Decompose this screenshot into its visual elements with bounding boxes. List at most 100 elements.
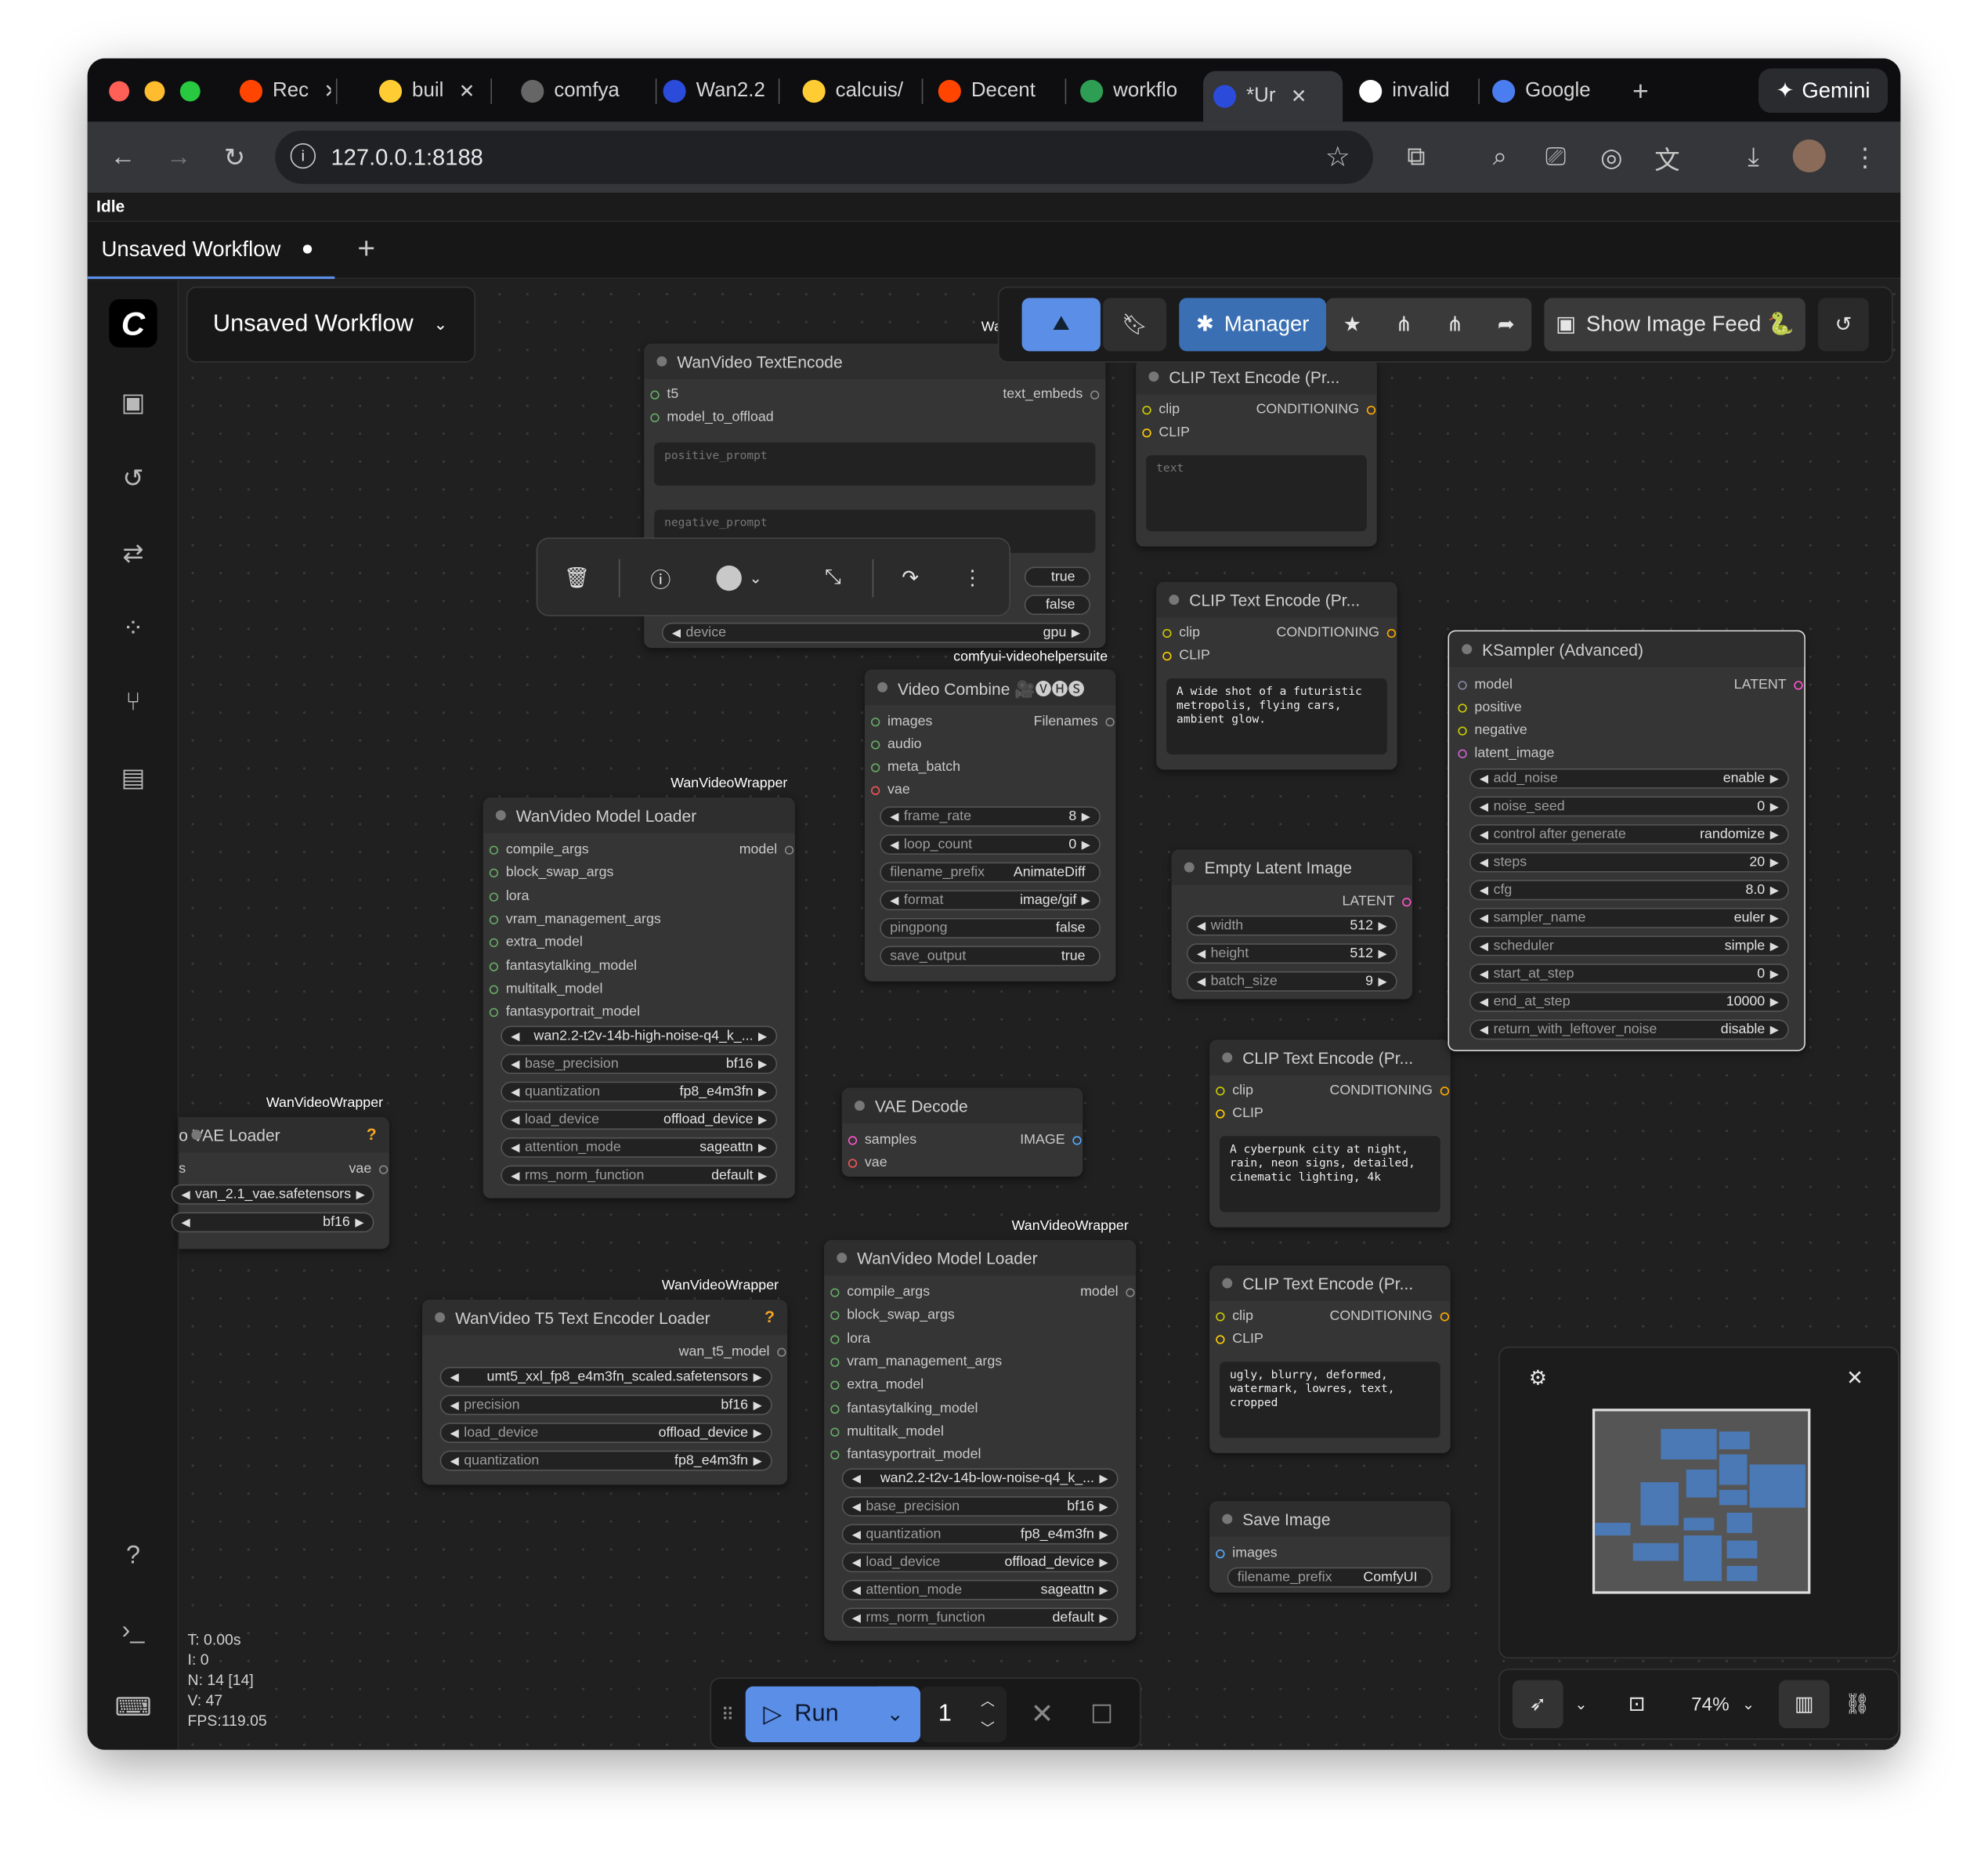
slot-dot[interactable] bbox=[489, 915, 499, 924]
address-bar[interactable]: i 127.0.0.1:8188 ☆ bbox=[275, 130, 1373, 184]
arrow-left-icon[interactable]: ◀ bbox=[852, 1528, 861, 1542]
clip-text-textarea[interactable]: ugly, blurry, deformed, watermark, lowre… bbox=[1220, 1362, 1440, 1438]
slot-dot[interactable] bbox=[489, 961, 499, 971]
arrow-right-icon[interactable]: ▶ bbox=[1770, 939, 1779, 953]
vae-precision-widget[interactable]: ◀ bf16 ▶ bbox=[171, 1212, 374, 1233]
menu-dots-icon[interactable]: ⋮ bbox=[1850, 142, 1881, 172]
arrow-right-icon[interactable]: ▶ bbox=[758, 1112, 767, 1126]
close-tab-icon[interactable]: ✕ bbox=[324, 80, 331, 103]
slot-dot[interactable] bbox=[1458, 749, 1467, 758]
new-tab-button[interactable]: + bbox=[1625, 74, 1656, 106]
node-wanvideo-t5-loader-header[interactable]: WanVideo T5 Text Encoder Loader bbox=[421, 1300, 788, 1336]
arrow-right-icon[interactable]: ▶ bbox=[1770, 772, 1779, 786]
node-empty-latent-image[interactable]: Empty Latent Image LATENT ◀ width 512 ▶ ◀ heigh… bbox=[1171, 849, 1413, 1000]
ksampler-widget[interactable]: ◀ cfg 8.0 ▶ bbox=[1469, 880, 1789, 901]
slot-dot[interactable] bbox=[650, 413, 660, 422]
node-video-combine-header[interactable]: Video Combine 🎥🅥🅗🅢 bbox=[864, 669, 1116, 705]
close-tab-icon[interactable]: ✕ bbox=[1291, 85, 1307, 108]
comfy-logo-icon[interactable]: C bbox=[109, 298, 157, 348]
arrow-left-icon[interactable]: ◀ bbox=[1480, 1022, 1488, 1036]
mode-chevron-icon[interactable]: ⌄ bbox=[1566, 1680, 1596, 1729]
arrow-right-icon[interactable]: ▶ bbox=[1770, 855, 1779, 870]
arrow-right-icon[interactable]: ▶ bbox=[754, 1398, 762, 1412]
arrow-right-icon[interactable]: ▶ bbox=[758, 1057, 767, 1071]
run-mode-chevron-icon[interactable]: ⌄ bbox=[870, 1686, 920, 1742]
close-minimap-icon[interactable]: ✕ bbox=[1840, 1363, 1871, 1394]
slot-dot[interactable] bbox=[1794, 681, 1803, 690]
workflow-tab[interactable]: Unsaved Workflow bbox=[87, 222, 335, 280]
arrow-right-icon[interactable]: ▶ bbox=[754, 1454, 762, 1468]
slot-dot[interactable] bbox=[1162, 651, 1172, 661]
arrow-right-icon[interactable]: ▶ bbox=[1099, 1471, 1108, 1485]
arrow-left-icon[interactable]: ◀ bbox=[450, 1426, 459, 1440]
tab-search-icon[interactable]: ⌕ bbox=[1484, 142, 1515, 172]
add-workflow-tab-button[interactable]: + bbox=[351, 232, 381, 266]
slot-dot[interactable] bbox=[1126, 1288, 1135, 1297]
slot-dot[interactable] bbox=[489, 985, 499, 994]
arrow-left-icon[interactable]: ◀ bbox=[511, 1112, 519, 1126]
slot-dot[interactable] bbox=[1162, 628, 1172, 638]
ksampler-widget[interactable]: ◀ scheduler simple ▶ bbox=[1469, 935, 1789, 957]
show-image-feed-button[interactable]: ▣ Show Image Feed 🐍 bbox=[1544, 298, 1805, 352]
arrow-left-icon[interactable]: ◀ bbox=[1197, 919, 1205, 933]
screenshot-icon[interactable]: ◎ bbox=[1596, 142, 1627, 172]
slot-dot[interactable] bbox=[870, 763, 880, 772]
node-wanvideo-model-loader[interactable]: WanVideo Model Loader compile_args block_s… bbox=[483, 797, 795, 1199]
filename-prefix-widget[interactable]: filename_prefix ComfyUI bbox=[1227, 1567, 1433, 1588]
video-combine-widget[interactable]: ◀ frame_rate 8 ▶ bbox=[880, 806, 1101, 827]
minimap-toggle-icon[interactable]: ▥ bbox=[1778, 1680, 1830, 1729]
gemini-button[interactable]: ✦ Gemini bbox=[1758, 68, 1889, 114]
slot-dot[interactable] bbox=[1142, 405, 1151, 415]
slot-dot[interactable] bbox=[1105, 718, 1115, 727]
slot-dot[interactable] bbox=[830, 1288, 840, 1297]
slot-dot[interactable] bbox=[1216, 1335, 1225, 1344]
slot-dot[interactable] bbox=[1216, 1109, 1225, 1119]
slot-dot[interactable] bbox=[1142, 429, 1151, 438]
toggle-true-widget[interactable]: true bbox=[1024, 566, 1090, 588]
drag-handle-icon[interactable]: ⠿ bbox=[717, 1697, 739, 1732]
nodes-icon[interactable]: ⇄ bbox=[118, 537, 149, 568]
cast-icon[interactable]: ⎚ bbox=[1541, 142, 1571, 172]
clip-text-textarea[interactable]: A wide shot of a futuristic metropolis, … bbox=[1166, 678, 1387, 755]
node-wanvideo-model-loader[interactable]: WanVideo Model Loader compile_args block_s… bbox=[824, 1239, 1137, 1641]
bypass-icon[interactable]: ↷ bbox=[889, 557, 932, 600]
arrow-right-icon[interactable]: ▶ bbox=[758, 1169, 767, 1183]
arrow-right-icon[interactable]: ▶ bbox=[1099, 1583, 1108, 1597]
model-loader-widget[interactable]: ◀ base_precision bf16 ▶ bbox=[501, 1054, 778, 1074]
arrow-left-icon[interactable]: ◀ bbox=[181, 1188, 190, 1202]
t5-loader-widget[interactable]: ◀ quantization fp8_e4m3fn ▶ bbox=[439, 1450, 772, 1471]
t5-loader-widget[interactable]: ◀ umt5_xxl_fp8_e4m3fn_scaled.safetensors ▶ bbox=[439, 1366, 772, 1387]
share-network-alt-icon[interactable]: ⋔ bbox=[1447, 312, 1464, 337]
arrow-left-icon[interactable]: ◀ bbox=[511, 1085, 519, 1099]
help-icon[interactable]: ? bbox=[764, 1307, 775, 1326]
browser-tab[interactable]: comfya bbox=[511, 71, 650, 112]
arrow-left-icon[interactable]: ◀ bbox=[1480, 883, 1488, 897]
workflow-name-dropdown[interactable]: Unsaved Workflow ⌄ bbox=[186, 286, 475, 363]
node-ksampler-advanced[interactable]: KSampler (Advanced) model positive negative… bbox=[1448, 630, 1805, 1051]
ksampler-widget[interactable]: ◀ end_at_step 10000 ▶ bbox=[1469, 991, 1789, 1012]
history-icon[interactable]: ↺ bbox=[118, 463, 149, 494]
arrow-left-icon[interactable]: ◀ bbox=[1197, 946, 1205, 960]
node-video-combine[interactable]: Video Combine 🎥🅥🅗🅢 images audio meta_batch v… bbox=[864, 669, 1116, 982]
arrow-right-icon[interactable]: ▶ bbox=[1082, 809, 1090, 823]
browser-tab[interactable]: workflo bbox=[1070, 71, 1202, 112]
slot-dot[interactable] bbox=[830, 1427, 840, 1437]
slot-dot[interactable] bbox=[830, 1358, 840, 1367]
browser-tab[interactable]: Rec ✕ bbox=[230, 71, 331, 112]
arrow-left-icon[interactable]: ◀ bbox=[852, 1583, 861, 1597]
node-clip-text-encode-header[interactable]: CLIP Text Encode (Pr... bbox=[1209, 1040, 1451, 1076]
slot-dot[interactable] bbox=[848, 1159, 858, 1168]
arrow-left-icon[interactable]: ◀ bbox=[511, 1169, 519, 1183]
close-tab-icon[interactable]: ✕ bbox=[459, 80, 475, 103]
slot-dot[interactable] bbox=[1458, 681, 1467, 690]
arrow-right-icon[interactable]: ▶ bbox=[1379, 975, 1387, 989]
star-icon[interactable]: ★ bbox=[1343, 312, 1361, 337]
slot-dot[interactable] bbox=[870, 740, 880, 750]
node-wanvideo-t5-loader[interactable]: WanVideo T5 Text Encoder Loader? wan_t5_m… bbox=[421, 1300, 788, 1485]
ksampler-widget[interactable]: ◀ sampler_name euler ▶ bbox=[1469, 907, 1789, 928]
slot-dot[interactable] bbox=[1216, 1087, 1225, 1096]
slot-dot[interactable] bbox=[1440, 1087, 1450, 1096]
node-wanvideo-vae-loader-header[interactable]: o VAE Loader bbox=[179, 1116, 389, 1153]
arrow-right-icon[interactable]: ▶ bbox=[1379, 946, 1387, 960]
arrow-right-icon[interactable]: ▶ bbox=[1099, 1555, 1108, 1569]
